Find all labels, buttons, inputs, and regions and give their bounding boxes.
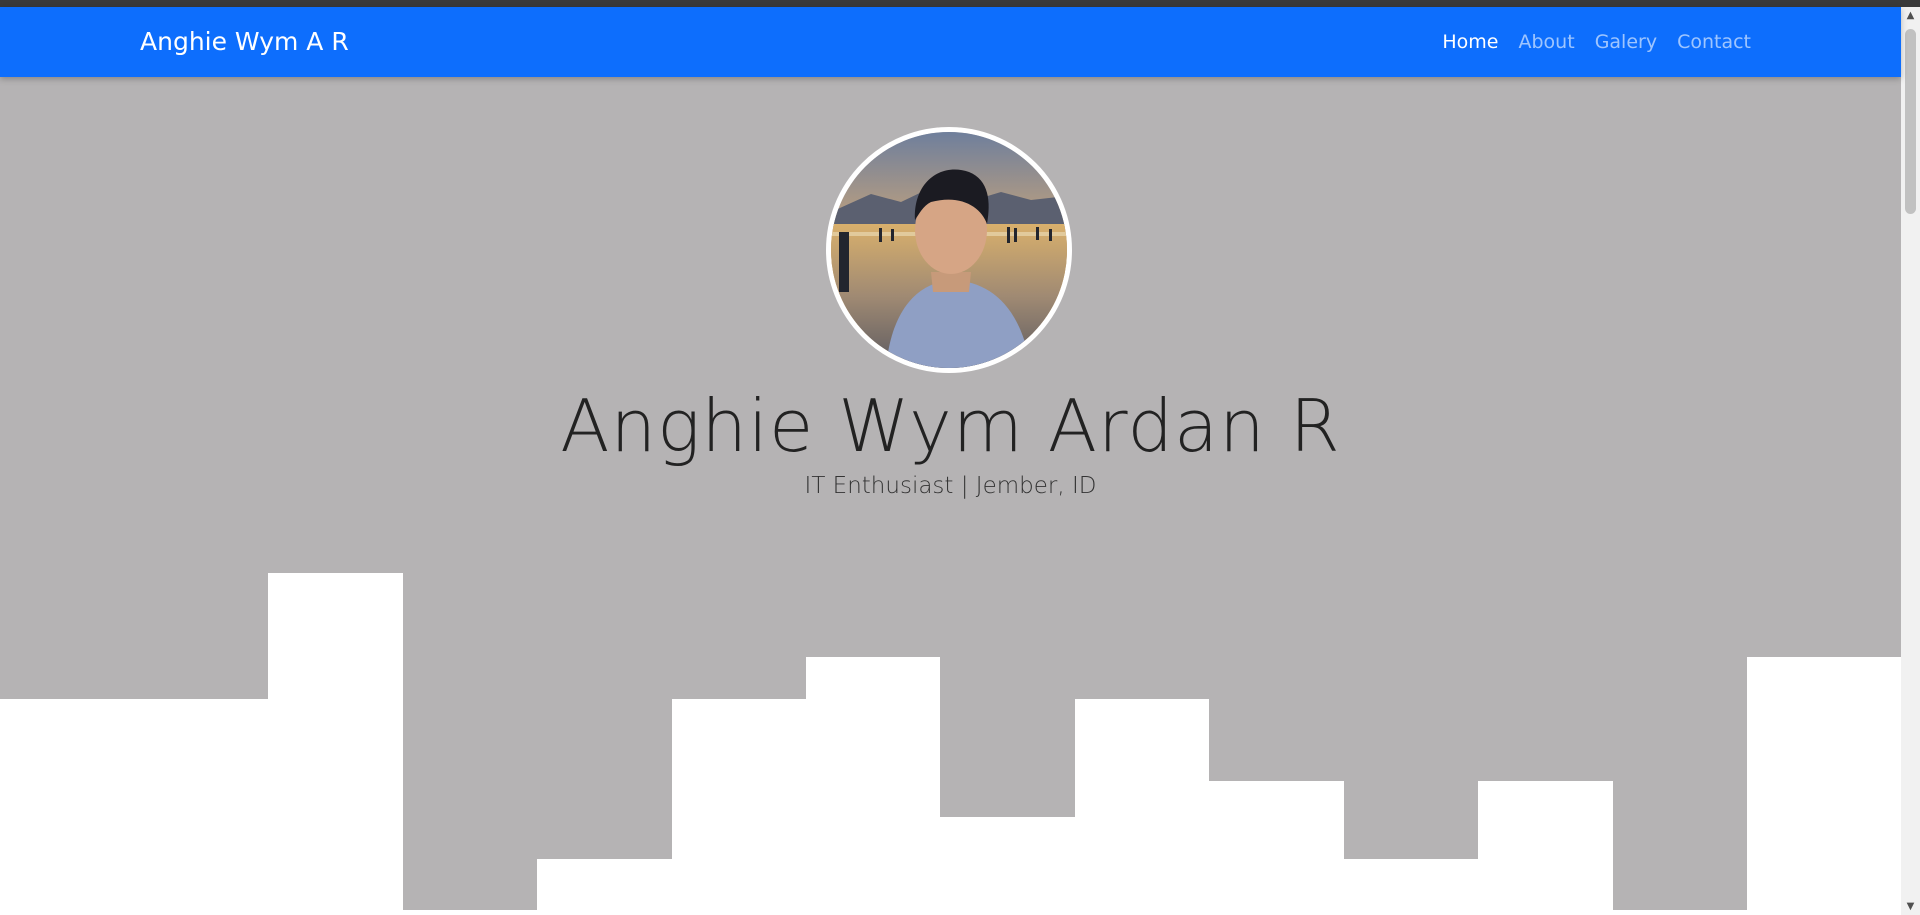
browser-top-strip	[0, 0, 1920, 7]
nav-link-about[interactable]: About	[1519, 31, 1575, 53]
page-scrollbar[interactable]: ▲ ▼	[1901, 7, 1920, 915]
nav-link-galery[interactable]: Galery	[1595, 31, 1657, 53]
scrollbar-thumb[interactable]	[1905, 29, 1916, 214]
nav-links: Home About Galery Contact	[1442, 7, 1751, 77]
scroll-up-arrow-icon[interactable]: ▲	[1901, 7, 1920, 24]
scroll-down-arrow-icon[interactable]: ▼	[1901, 898, 1920, 915]
navbar: Anghie Wym A R Home About Galery Contact	[0, 7, 1901, 77]
stepped-wave-shape	[0, 573, 1901, 910]
nav-link-contact[interactable]: Contact	[1677, 31, 1751, 53]
nav-link-home[interactable]: Home	[1442, 31, 1498, 53]
hero-section: Anghie Wym Ardan R IT Enthusiast | Jembe…	[0, 77, 1901, 910]
navbar-brand[interactable]: Anghie Wym A R	[140, 7, 349, 77]
stepped-wave-path	[0, 573, 1901, 910]
